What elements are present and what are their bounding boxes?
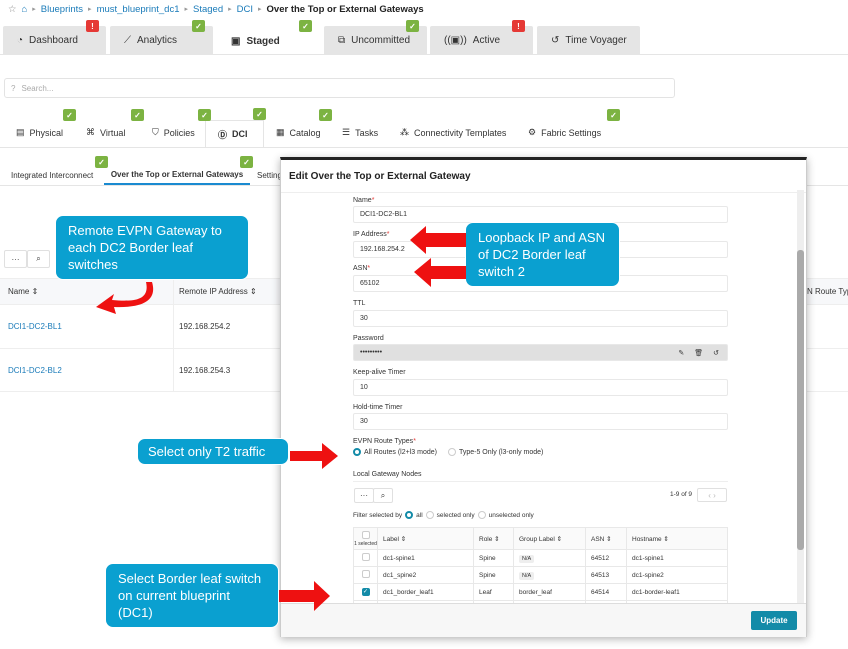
- arrow-left-icon: [410, 226, 466, 254]
- arrow-left-icon: [414, 258, 466, 287]
- arrow-right-icon: [279, 581, 330, 611]
- arrow-right-icon: [290, 443, 338, 469]
- annotation-arrows: [96, 226, 466, 611]
- curved-arrow-icon: [96, 282, 154, 314]
